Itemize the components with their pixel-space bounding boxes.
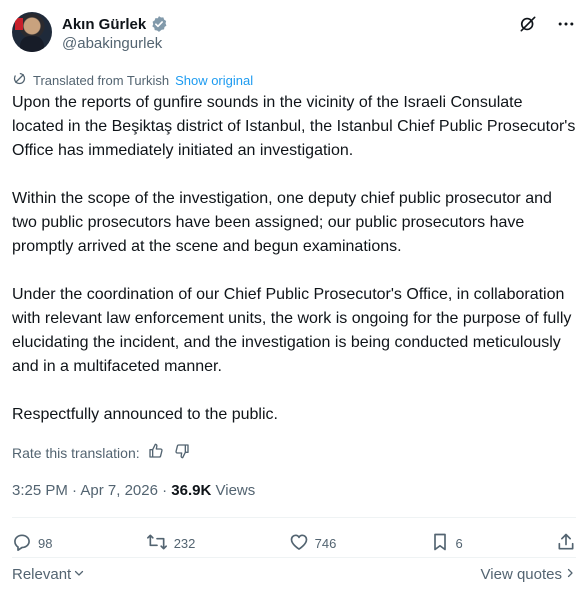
- translation-notice: Translated from Turkish Show original: [12, 71, 253, 89]
- thumbs-down-icon[interactable]: [174, 443, 190, 462]
- verified-badge-icon: [150, 15, 168, 33]
- rate-translation: Rate this translation:: [12, 443, 190, 462]
- post-paragraph: Under the coordination of our Chief Publ…: [12, 286, 572, 375]
- grok-icon[interactable]: [518, 14, 538, 34]
- share-button[interactable]: [556, 532, 576, 555]
- reply-button[interactable]: 98: [12, 532, 52, 555]
- views-count: 36.9K: [171, 482, 212, 499]
- avatar-figure: [20, 36, 44, 52]
- chevron-down-icon: [73, 566, 85, 583]
- bookmark-count: 6: [455, 536, 463, 551]
- meta-separator: ·: [72, 482, 78, 499]
- post-date[interactable]: Apr 7, 2026: [80, 482, 158, 499]
- bookmark-icon: [430, 532, 450, 555]
- divider: [12, 557, 576, 558]
- repost-icon: [146, 532, 168, 555]
- meta-separator: ·: [162, 482, 168, 499]
- rate-buttons: [148, 443, 190, 462]
- post-paragraph: Within the scope of the investigation, o…: [12, 190, 552, 255]
- header-actions: [518, 14, 576, 34]
- divider: [12, 517, 576, 518]
- sort-dropdown[interactable]: Relevant: [12, 566, 85, 583]
- more-options-icon[interactable]: [556, 14, 576, 34]
- like-button[interactable]: 746: [289, 532, 337, 555]
- translate-icon: [12, 71, 27, 89]
- reply-count: 98: [38, 536, 53, 551]
- translated-label: Translated from Turkish: [33, 72, 170, 88]
- sort-label: Relevant: [12, 566, 72, 583]
- heart-icon: [289, 532, 309, 555]
- post-body: Upon the reports of gunfire sounds in th…: [12, 91, 578, 451]
- bookmark-button[interactable]: 6: [430, 532, 463, 555]
- post-paragraph: Respectfully announced to the public.: [12, 406, 278, 423]
- share-icon: [556, 532, 576, 555]
- repost-count: 232: [173, 536, 196, 551]
- post-header: Akın Gürlek @abakingurlek: [12, 12, 576, 56]
- author-name-row: Akın Gürlek: [62, 15, 168, 33]
- replies-footer: Relevant View quotes: [12, 566, 576, 583]
- like-count: 746: [314, 536, 337, 551]
- post-time[interactable]: 3:25 PM: [12, 482, 68, 499]
- avatar[interactable]: [12, 12, 52, 52]
- view-quotes-link[interactable]: View quotes: [481, 566, 576, 583]
- repost-button[interactable]: 232: [146, 532, 196, 555]
- show-original-link[interactable]: Show original: [175, 73, 253, 88]
- post-paragraph: Upon the reports of gunfire sounds in th…: [12, 94, 576, 159]
- chevron-right-icon: [564, 566, 576, 583]
- reply-icon: [12, 532, 32, 555]
- rate-label: Rate this translation:: [12, 444, 140, 461]
- view-quotes-label: View quotes: [480, 566, 562, 583]
- thumbs-up-icon[interactable]: [148, 443, 164, 462]
- flag-graphic: [15, 18, 23, 30]
- post-meta: 3:25 PM · Apr 7, 2026 · 36.9K Views: [12, 482, 255, 499]
- post-actions: 98 232 746 6: [12, 532, 576, 555]
- views-label: Views: [215, 482, 256, 499]
- author-name[interactable]: Akın Gürlek: [62, 16, 146, 33]
- author-handle[interactable]: @abakingurlek: [62, 35, 162, 52]
